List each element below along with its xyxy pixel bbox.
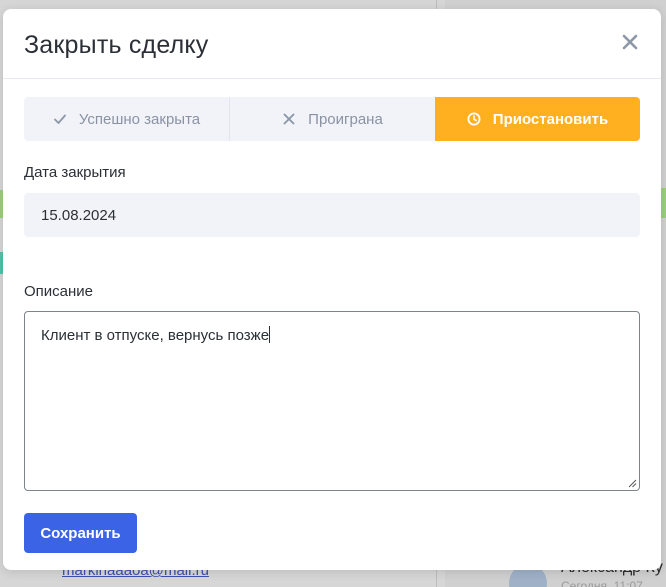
description-textarea[interactable]: Клиент в отпуске, вернусь позже	[24, 311, 640, 491]
close-icon[interactable]	[621, 33, 639, 51]
tab-lost[interactable]: Проиграна	[229, 97, 435, 141]
description-label: Описание	[24, 283, 94, 300]
modal-header: Закрыть сделку	[3, 9, 661, 79]
close-deal-modal: Закрыть сделку Успешно закрыта Проиграна	[3, 9, 661, 570]
x-icon	[283, 113, 295, 125]
contact-meta: Сегодня, 11:07	[561, 579, 643, 587]
check-icon	[53, 114, 66, 124]
date-label: Дата закрытия	[24, 164, 126, 181]
save-button[interactable]: Сохранить	[24, 513, 137, 553]
tab-pause[interactable]: Приостановить	[435, 97, 640, 141]
tab-success[interactable]: Успешно закрыта	[24, 97, 229, 141]
text-caret	[269, 326, 271, 343]
tab-success-label: Успешно закрыта	[78, 110, 201, 128]
resize-grip-icon[interactable]	[628, 479, 637, 488]
modal-title: Закрыть сделку	[24, 31, 209, 59]
date-value: 15.08.2024	[41, 206, 117, 224]
tab-lost-label: Проиграна	[308, 110, 383, 128]
date-field[interactable]: 15.08.2024	[24, 193, 640, 237]
status-tabs: Успешно закрыта Проиграна Приостановить	[24, 97, 640, 141]
tab-pause-label: Приостановить	[492, 110, 609, 128]
clock-icon	[467, 112, 481, 126]
description-value: Клиент в отпуске, вернусь позже	[41, 327, 270, 344]
